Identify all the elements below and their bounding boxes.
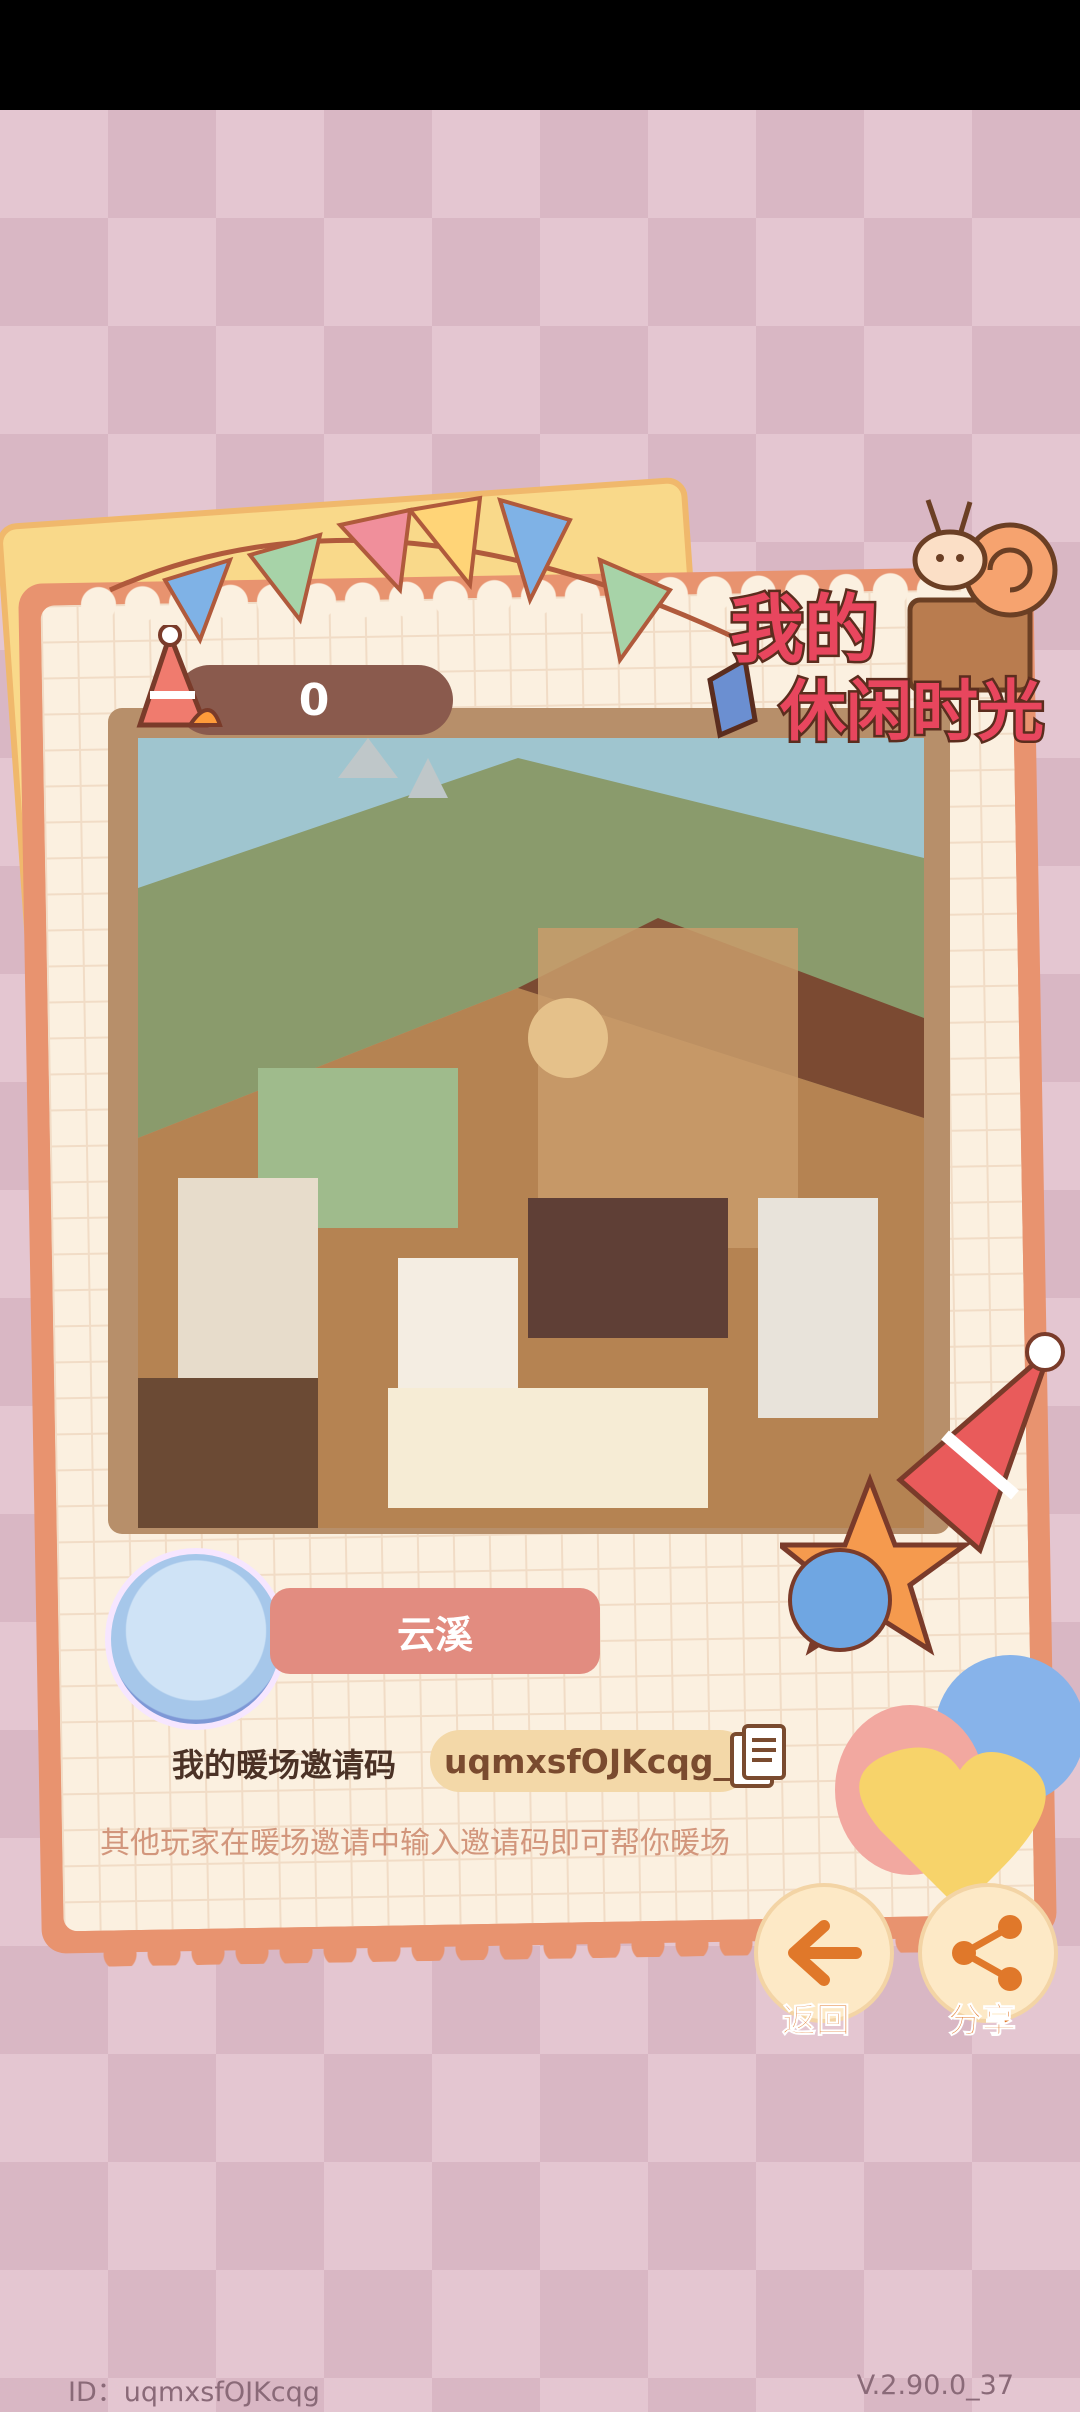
- status-bar: [0, 0, 1080, 110]
- back-button-label[interactable]: 返回: [782, 1993, 851, 2042]
- invite-hint-text: 其他玩家在暖场邀请中输入邀请码即可帮你暖场: [100, 1826, 730, 1861]
- share-button-label[interactable]: 分享: [948, 1993, 1017, 2042]
- version-text: V.2.90.0_37: [856, 2370, 1014, 2401]
- title-logo: 我的 休闲时光: [700, 490, 1070, 760]
- party-decorations: [780, 1332, 1080, 1910]
- invite-code-label: 我的暖场邀请码: [172, 1746, 397, 1784]
- party-hat-icon: [136, 625, 223, 728]
- share-icon: [952, 1915, 1022, 1991]
- score-value: 0: [298, 674, 330, 726]
- invite-code-value: uqmxsfOJKcqg_3: [444, 1741, 750, 1781]
- title-line-2: 休闲时光: [778, 671, 1047, 753]
- invite-code-field[interactable]: uqmxsfOJKcqg_3: [430, 1730, 750, 1792]
- player-id-text: ID：uqmxsfOJKcqg: [68, 2377, 320, 2408]
- player-name: 云溪: [396, 1612, 473, 1657]
- back-arrow-icon: [788, 1920, 862, 1986]
- player-avatar[interactable]: [105, 1548, 287, 1730]
- copy-icon[interactable]: [728, 1722, 790, 1794]
- player-name-plate: 云溪: [270, 1588, 600, 1674]
